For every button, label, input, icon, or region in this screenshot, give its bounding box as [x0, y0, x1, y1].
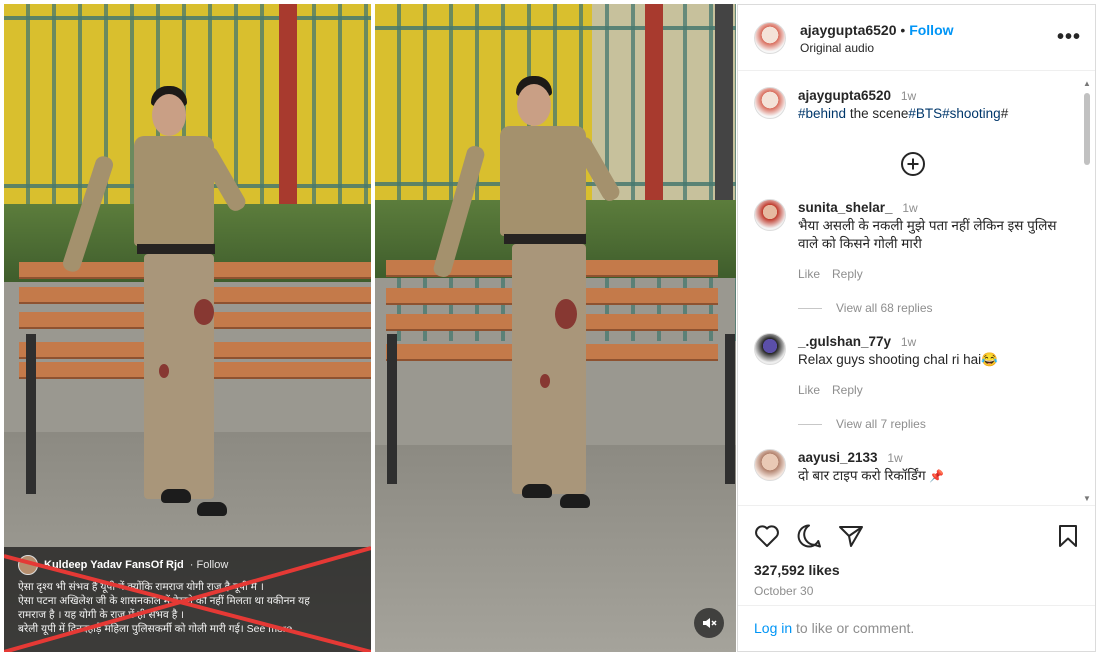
caption: ajaygupta6520 1w #behind the scene#BTS#s…	[754, 87, 1072, 123]
view-replies-button[interactable]: View all 7 replies	[798, 417, 1072, 431]
author-username[interactable]: ajaygupta6520	[800, 22, 897, 38]
commenter-avatar[interactable]	[754, 449, 786, 481]
hashtag-link[interactable]: #BTS	[908, 106, 942, 121]
post-text-line: ऐसा पटना अखिलेश जी के शासनकाल में देखने …	[18, 595, 310, 607]
mute-toggle-button[interactable]	[694, 608, 724, 638]
commenter-avatar[interactable]	[754, 199, 786, 231]
likes-count[interactable]: 327,592 likes	[754, 562, 1079, 578]
login-prompt: Log in to like or comment.	[738, 605, 1095, 651]
author-avatar[interactable]	[18, 555, 38, 575]
login-prompt-text: to like or comment.	[792, 620, 915, 636]
pin-icon: 📌	[929, 469, 945, 483]
author-avatar[interactable]	[754, 87, 786, 119]
caption-time: 1w	[900, 89, 917, 103]
post-actions: 327,592 likes October 30	[738, 505, 1095, 598]
bookmark-icon[interactable]	[1057, 524, 1079, 548]
caption-text: the scene	[846, 106, 909, 121]
caption-text: #	[1000, 106, 1009, 121]
separator: •	[900, 21, 906, 38]
view-replies-label: View all 7 replies	[836, 417, 926, 431]
caption-username[interactable]: ajaygupta6520	[798, 88, 891, 103]
post-author[interactable]: Kuldeep Yadav FansOf Rjd	[44, 559, 184, 571]
comment-text: भैया असली के नकली मुझे पता नहीं लेकिन इस…	[798, 218, 1057, 251]
share-icon[interactable]	[838, 524, 864, 548]
post-header: ajaygupta6520 • Follow Original audio ••…	[738, 5, 1095, 71]
comment: sunita_shelar_ 1w भैया असली के नकली मुझे…	[754, 199, 1072, 283]
author-avatar[interactable]	[754, 21, 786, 54]
comment-time: 1w	[887, 451, 903, 465]
bench-leg	[725, 334, 735, 484]
comment-username[interactable]: aayusi_2133	[798, 450, 878, 465]
comment-text: Relax guys shooting chal ri hai😂	[798, 352, 998, 367]
video-frame	[375, 4, 736, 652]
like-comment-button[interactable]: Like	[798, 265, 820, 283]
scrollbar-thumb[interactable]	[1084, 93, 1090, 165]
follow-link[interactable]: · Follow	[190, 559, 229, 571]
post-text-line: रामराज है । यह योगी के राज में ही संभव ह…	[18, 609, 185, 621]
post-date: October 30	[754, 584, 814, 598]
comment-icon[interactable]	[796, 523, 822, 549]
comment-username[interactable]: sunita_shelar_	[798, 200, 893, 215]
hashtag-link[interactable]: #behind	[798, 106, 846, 121]
comment-time: 1w	[902, 201, 918, 215]
comment: aayusi_2133 1w दो बार टाइप करो रिकॉर्डिं…	[754, 449, 1072, 485]
more-options-icon[interactable]: •••	[1057, 26, 1081, 49]
view-replies-label: View all 68 replies	[836, 301, 933, 315]
post-text-line: बरेली यूपी में दिनदहाड़े महिला पुलिसकर्म…	[18, 623, 293, 635]
collage: Kuldeep Yadav FansOf Rjd · Follow ऐसा दृ…	[0, 0, 1100, 656]
bench-leg	[26, 334, 36, 494]
bench-leg	[387, 334, 397, 484]
see-more-link[interactable]: See more	[247, 623, 293, 635]
login-link[interactable]: Log in	[754, 620, 792, 636]
comment: _.gulshan_77y 1w Relax guys shooting cha…	[754, 333, 1072, 399]
commenter-avatar[interactable]	[754, 333, 786, 365]
comment-time: 1w	[900, 335, 917, 349]
heart-icon[interactable]	[754, 524, 780, 548]
comment-username[interactable]: _.gulshan_77y	[798, 334, 891, 349]
reply-button[interactable]: Reply	[832, 381, 863, 399]
instagram-video[interactable]	[375, 4, 736, 652]
comments-list[interactable]: ajaygupta6520 1w #behind the scene#BTS#s…	[738, 77, 1082, 503]
post-text-line: ऐसा दृश्य भी संभव है यूपी में क्योंकि रा…	[18, 581, 264, 593]
post-text: ऐसा दृश्य भी संभव है यूपी में क्योंकि रा…	[18, 580, 361, 636]
follow-button[interactable]: Follow	[909, 22, 953, 38]
instagram-post-panel: ajaygupta6520 • Follow Original audio ••…	[737, 4, 1096, 652]
facebook-post-overlay: Kuldeep Yadav FansOf Rjd · Follow ऐसा दृ…	[4, 547, 371, 652]
scroll-up-arrow-icon[interactable]: ▲	[1083, 79, 1091, 88]
hashtag-link[interactable]: #shooting	[942, 106, 1001, 121]
comment-text: दो बार टाइप करो रिकॉर्डिंग	[798, 468, 926, 483]
comments-scrollbar[interactable]: ▲ ▼	[1082, 79, 1092, 503]
reply-button[interactable]: Reply	[832, 265, 863, 283]
audio-link[interactable]: Original audio	[800, 41, 1057, 55]
divider	[798, 307, 822, 309]
facebook-post-screenshot: Kuldeep Yadav FansOf Rjd · Follow ऐसा दृ…	[4, 4, 371, 652]
like-comment-button[interactable]: Like	[798, 381, 820, 399]
fence-rail	[4, 16, 371, 20]
plus-circle-icon[interactable]	[900, 151, 926, 177]
speaker-muted-icon	[703, 618, 717, 628]
fence-rail	[375, 26, 736, 30]
scroll-down-arrow-icon[interactable]: ▼	[1083, 494, 1091, 503]
view-replies-button[interactable]: View all 68 replies	[798, 301, 1072, 315]
divider	[798, 423, 822, 425]
